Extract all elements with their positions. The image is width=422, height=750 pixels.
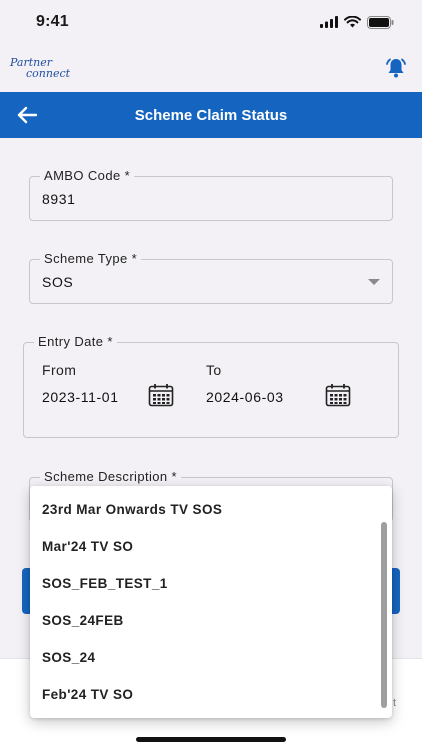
logo-line2: connect: [26, 67, 71, 80]
status-icons: [320, 15, 394, 29]
status-bar: 9:41: [0, 0, 422, 44]
signal-icon: [320, 16, 338, 28]
to-label: To: [206, 362, 222, 378]
ambo-code-label: AMBO Code *: [40, 168, 135, 183]
ambo-code-field[interactable]: AMBO Code * 8931: [29, 168, 393, 221]
wifi-icon: [344, 16, 361, 28]
scheme-type-label: Scheme Type *: [40, 251, 142, 266]
back-button[interactable]: [14, 102, 40, 128]
app-top-bar: Partner connect: [0, 44, 422, 92]
scheme-description-dropdown[interactable]: 23rd Mar Onwards TV SOS Mar'24 TV SO SOS…: [30, 486, 392, 718]
page-header: Scheme Claim Status: [0, 92, 422, 138]
dropdown-option[interactable]: Mar'24 TV SO: [30, 528, 378, 565]
dropdown-option[interactable]: SOS_24FEB: [30, 602, 378, 639]
caret-down-icon: [368, 279, 380, 285]
from-date-value[interactable]: 2023-11-01: [42, 389, 119, 405]
dropdown-option[interactable]: Feb'24 TV SO: [30, 676, 378, 713]
home-indicator[interactable]: [136, 737, 286, 742]
entry-date-group: Entry Date * From 2023-11-01 To 2024-06-…: [23, 334, 399, 438]
notification-bell-icon[interactable]: [384, 56, 408, 80]
to-calendar-icon[interactable]: [325, 383, 351, 407]
scheme-description-label: Scheme Description *: [40, 469, 181, 484]
to-date-value[interactable]: 2024-06-03: [206, 389, 284, 405]
battery-icon: [367, 15, 394, 29]
dropdown-option[interactable]: SOS_24: [30, 639, 378, 676]
partner-connect-logo: Partner connect: [10, 57, 70, 79]
ambo-code-value: 8931: [42, 191, 76, 207]
dropdown-option[interactable]: 23rd Mar Onwards TV SOS: [30, 491, 378, 528]
status-time: 9:41: [36, 13, 69, 30]
bottom-partial-text: t: [392, 697, 396, 709]
from-label: From: [42, 362, 77, 378]
dropdown-option[interactable]: SOS_FEB_TEST_1: [30, 565, 378, 602]
arrow-left-icon: [17, 106, 37, 124]
scheme-type-value: SOS: [42, 274, 74, 290]
page-title: Scheme Claim Status: [134, 106, 288, 124]
scheme-type-select[interactable]: Scheme Type * SOS: [29, 251, 393, 304]
entry-date-label: Entry Date *: [34, 334, 117, 349]
dropdown-scrollbar[interactable]: [381, 522, 387, 708]
from-calendar-icon[interactable]: [148, 383, 174, 407]
